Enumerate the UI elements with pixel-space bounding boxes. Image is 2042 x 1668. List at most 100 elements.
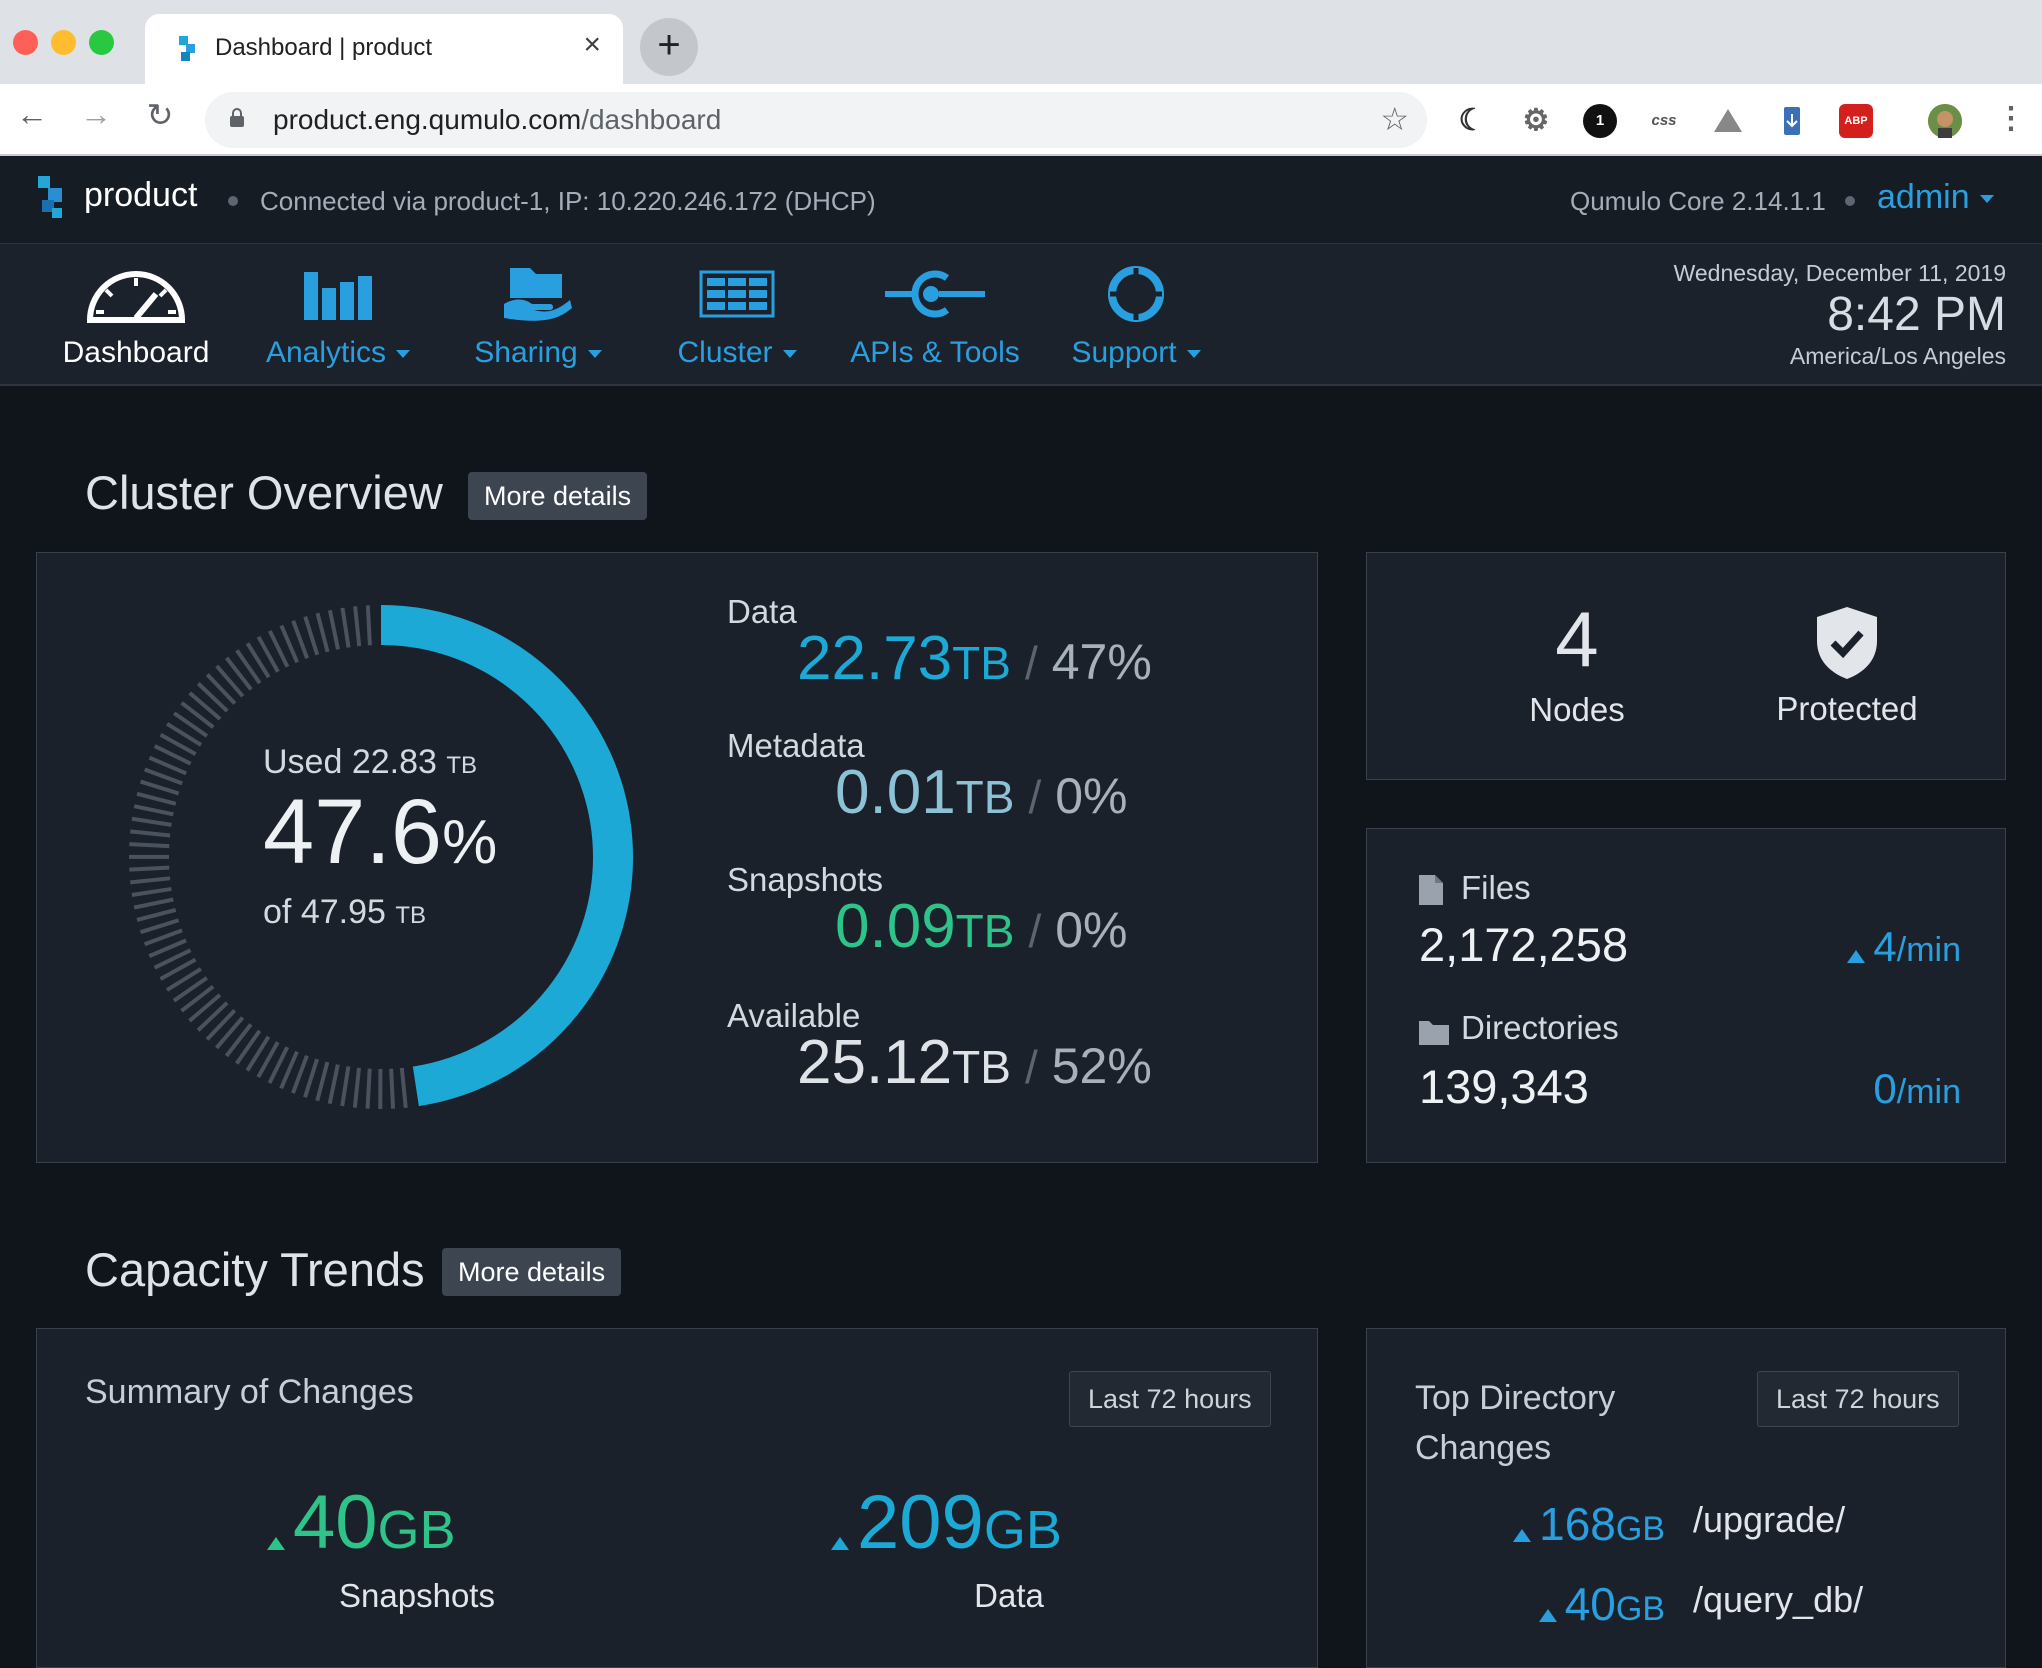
app-header: product Connected via product-1, IP: 10.… — [0, 156, 2042, 244]
available-tick — [391, 1069, 393, 1109]
used-line: Used 22.83 TB — [263, 743, 563, 782]
available-tick — [145, 930, 183, 944]
top-directory-change-value: 40GB — [1539, 1577, 1665, 1631]
top-directory-path[interactable]: /upgrade/ — [1693, 1499, 1845, 1541]
nav-label: APIs & Tools — [848, 336, 1022, 370]
close-window-button[interactable] — [13, 30, 38, 55]
nav-label: Dashboard — [58, 336, 214, 370]
available-tick — [145, 769, 183, 783]
zoom-window-button[interactable] — [89, 30, 114, 55]
available-tick — [317, 613, 327, 652]
directories-label: Directories — [1461, 1009, 1619, 1047]
qumulo-logo-icon[interactable] — [34, 174, 70, 220]
available-tick — [293, 1056, 307, 1093]
overview-more-details-button[interactable]: More details — [468, 472, 647, 520]
available-tick — [207, 674, 235, 703]
bar-chart-icon — [258, 262, 418, 326]
browser-toolbar: ← → ↻ product.eng.qumulo.com/dashboard ☆… — [0, 84, 2042, 156]
nodes-stat[interactable]: 4 Nodes — [1467, 599, 1687, 729]
available-tick — [198, 683, 227, 711]
available-tick — [130, 831, 170, 835]
reload-icon[interactable]: ↻ — [138, 96, 182, 134]
nav-analytics[interactable]: Analytics — [258, 262, 418, 370]
nav-support[interactable]: Support — [1066, 262, 1206, 370]
top-directory-changes-panel: Top DirectoryChanges Last 72 hours 168GB… — [1366, 1328, 2006, 1668]
bookmark-star-icon[interactable]: ☆ — [1380, 100, 1409, 138]
snapshots-value: 0.09TB/0% — [835, 891, 1128, 962]
forward-icon[interactable]: → — [74, 96, 118, 133]
main-nav: Dashboard Analytics Sharing — [0, 244, 2042, 386]
files-label: Files — [1461, 869, 1531, 907]
url-text: product.eng.qumulo.com/dashboard — [273, 104, 721, 136]
top-directory-range-button[interactable]: Last 72 hours — [1757, 1371, 1959, 1427]
available-tick — [330, 1065, 338, 1104]
data-value: 22.73TB/47% — [797, 623, 1152, 694]
browser-tab[interactable]: Dashboard | product × — [145, 14, 623, 84]
nav-sharing[interactable]: Sharing — [466, 262, 610, 370]
browser-menu-icon[interactable]: ⋮ — [1994, 104, 2028, 138]
gear-extension-icon[interactable]: ⚙ — [1519, 104, 1553, 138]
available-tick — [132, 889, 172, 895]
timezone-text: America/Los Angeles — [1674, 343, 2006, 370]
top-directory-change-value: 168GB — [1513, 1497, 1665, 1551]
nodes-label: Nodes — [1467, 691, 1687, 729]
address-bar[interactable]: product.eng.qumulo.com/dashboard ☆ — [205, 92, 1427, 148]
nav-dashboard[interactable]: Dashboard — [58, 262, 214, 370]
time-text: 8:42 PM — [1674, 287, 2006, 343]
separator-dot — [1845, 196, 1855, 206]
available-tick — [293, 621, 307, 658]
onepassword-extension-icon[interactable]: 1 — [1583, 104, 1617, 138]
directories-count: 139,343 — [1419, 1059, 1589, 1114]
back-icon[interactable]: ← — [10, 96, 54, 133]
profile-avatar[interactable] — [1928, 104, 1962, 138]
protection-stat[interactable]: Protected — [1737, 605, 1957, 728]
summary-title: Summary of Changes — [85, 1373, 414, 1412]
minimize-window-button[interactable] — [51, 30, 76, 55]
adblock-extension-icon[interactable]: ABP — [1839, 104, 1873, 138]
version-text: Qumulo Core 2.14.1.1 — [1570, 186, 1826, 217]
close-tab-icon[interactable]: × — [583, 28, 601, 62]
nav-cluster[interactable]: Cluster — [664, 262, 810, 370]
download-extension-icon[interactable] — [1775, 104, 1809, 138]
moon-extension-icon[interactable]: ☾ — [1455, 104, 1489, 138]
lock-icon — [229, 108, 245, 128]
tab-title: Dashboard | product — [215, 34, 432, 62]
summary-range-button[interactable]: Last 72 hours — [1069, 1371, 1271, 1427]
top-directory-title: Top DirectoryChanges — [1415, 1373, 1615, 1473]
nav-apis-tools[interactable]: APIs & Tools — [848, 262, 1022, 370]
available-tick — [368, 605, 370, 645]
snapshots-change: 40GB — [267, 1479, 456, 1566]
capacity-trends-title: Capacity Trends — [85, 1242, 425, 1297]
available-tick — [130, 878, 170, 882]
available-tick — [137, 794, 176, 804]
new-tab-button[interactable]: + — [640, 18, 698, 76]
available-tick — [134, 900, 173, 908]
trends-more-details-button[interactable]: More details — [442, 1248, 621, 1296]
connection-status: Connected via product-1, IP: 10.220.246.… — [260, 186, 876, 217]
available-tick — [355, 606, 359, 646]
shield-check-icon — [1815, 605, 1879, 681]
metadata-value: 0.01TB/0% — [835, 757, 1128, 828]
product-name[interactable]: product — [84, 176, 197, 215]
total-line: of 47.95 TB — [263, 893, 563, 932]
qumulo-favicon-icon — [173, 34, 203, 64]
lifebuoy-icon — [1066, 262, 1206, 326]
available-tick — [140, 920, 178, 932]
donut-center-text: Used 22.83 TB 47.6% of 47.95 TB — [263, 743, 563, 932]
drive-extension-icon[interactable] — [1711, 104, 1745, 138]
top-directory-path[interactable]: /query_db/ — [1693, 1579, 1863, 1621]
available-tick — [141, 782, 179, 794]
data-label: Data — [727, 593, 797, 631]
summary-of-changes-panel: Summary of Changes Last 72 hours 40GB Sn… — [36, 1328, 1318, 1668]
css-extension-icon[interactable]: css — [1647, 104, 1681, 138]
user-menu[interactable]: admin — [1877, 178, 1994, 217]
available-tick — [305, 1059, 317, 1097]
nav-label: Cluster — [664, 336, 810, 370]
cluster-overview-title: Cluster Overview — [85, 465, 443, 520]
available-tick — [342, 608, 348, 648]
separator-dot — [228, 196, 238, 206]
directories-rate: 0/min — [1873, 1065, 1961, 1113]
nav-label: Sharing — [466, 336, 610, 370]
available-tick — [368, 1069, 370, 1109]
available-tick — [330, 610, 338, 649]
